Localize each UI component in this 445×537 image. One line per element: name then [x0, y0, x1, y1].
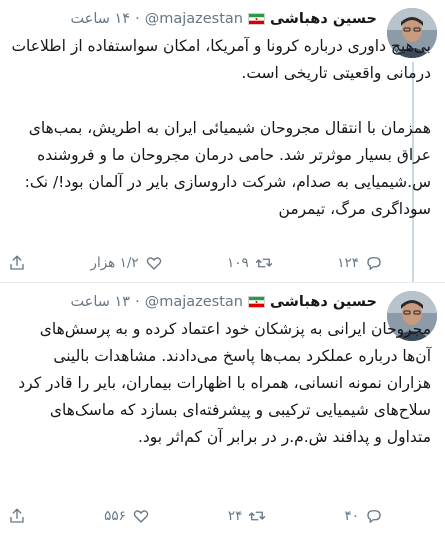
separator-dot: ·: [135, 294, 140, 310]
tweet-time[interactable]: ۱۳ ساعت: [70, 294, 130, 310]
iran-flag-icon: [247, 296, 265, 308]
share-icon: [10, 508, 24, 523]
share-button[interactable]: [8, 254, 26, 272]
retweet-count: ۲۴: [227, 508, 243, 524]
reply-button[interactable]: ۱۲۴: [337, 254, 383, 272]
tweet-header: حسین دهباشی @majazestan · ۱۴ ساعت: [8, 8, 377, 30]
retweet-button[interactable]: ۱۰۹: [227, 254, 273, 272]
tweet-header: حسین دهباشی @majazestan · ۱۳ ساعت: [8, 291, 377, 313]
tweet-text: بی‌هیچ داوری درباره کرونا و آمریکا، امکا…: [10, 33, 431, 223]
like-icon: [146, 257, 161, 270]
share-icon: [10, 255, 24, 270]
like-count: ۵۵۶: [104, 508, 126, 524]
tweet-time[interactable]: ۱۴ ساعت: [70, 11, 130, 27]
tweet-paragraph: مجروحان ایرانی به پزشکان خود اعتماد کرده…: [18, 320, 431, 446]
tweet-actions: ۴۰ ۲۴ ۵۵۶: [8, 505, 383, 527]
reply-icon: [367, 510, 381, 524]
author-name[interactable]: حسین دهباشی: [270, 294, 377, 310]
like-button[interactable]: ۱/۲ هزار: [90, 254, 162, 272]
tweet-paragraph: بی‌هیچ داوری درباره کرونا و آمریکا، امکا…: [11, 37, 431, 82]
reply-count: ۱۲۴: [337, 255, 359, 271]
iran-flag-icon: [247, 13, 265, 25]
like-count: ۱/۲ هزار: [90, 255, 139, 271]
tweet-actions: ۱۲۴ ۱۰۹ ۱/۲ هزار: [8, 252, 383, 274]
author-handle[interactable]: @majazestan: [145, 11, 243, 27]
author-name[interactable]: حسین دهباشی: [270, 11, 377, 27]
tweet[interactable]: حسین دهباشی @majazestan · ۱۳ ساعت مجروحا…: [0, 283, 445, 537]
tweet-paragraph: همزمان با انتقال مجروحان شیمیائی ایران ب…: [24, 119, 431, 218]
separator-dot: ·: [135, 11, 140, 27]
retweet-button[interactable]: ۲۴: [228, 507, 267, 525]
tweet-text: مجروحان ایرانی به پزشکان خود اعتماد کرده…: [10, 316, 431, 451]
share-button[interactable]: [8, 507, 26, 525]
retweet-icon: [249, 511, 266, 521]
retweet-count: ۱۰۹: [227, 255, 249, 271]
reply-count: ۴۰: [344, 508, 359, 524]
tweet[interactable]: حسین دهباشی @majazestan · ۱۴ ساعت بی‌هیچ…: [0, 0, 445, 283]
like-button[interactable]: ۵۵۶: [104, 507, 150, 525]
reply-button[interactable]: ۴۰: [344, 507, 383, 525]
author-handle[interactable]: @majazestan: [145, 294, 243, 310]
reply-icon: [367, 257, 381, 271]
retweet-icon: [255, 258, 272, 268]
like-icon: [133, 510, 149, 523]
